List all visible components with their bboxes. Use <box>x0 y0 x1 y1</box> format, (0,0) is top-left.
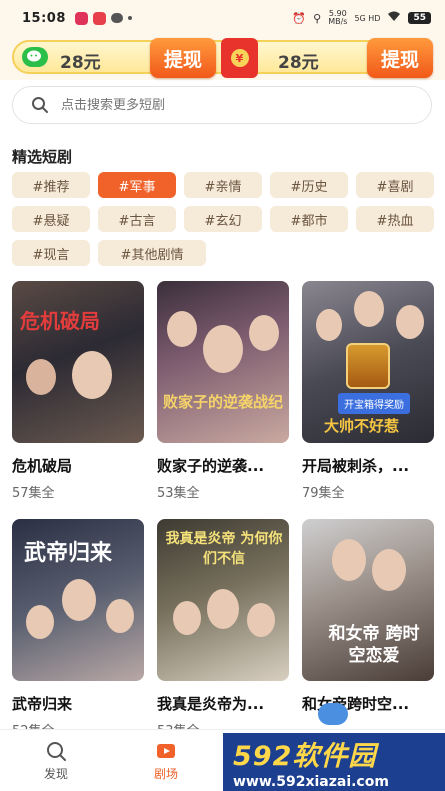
drama-episodes: 53集全 <box>157 486 200 501</box>
drama-episodes: 79集全 <box>302 486 345 501</box>
drama-card[interactable]: 败家子的逆袭战纪 败家子的逆袭... 53集全 <box>157 281 289 519</box>
drama-grid: 危机破局 危机破局 57集全 败家子的逆袭战纪 败家子的逆袭... 53集全 开… <box>12 281 436 757</box>
battery-indicator: 55 <box>408 12 431 24</box>
theater-icon <box>157 744 175 758</box>
poster-title: 武帝归来 <box>24 540 113 566</box>
message-icon <box>110 13 123 23</box>
status-left: 15:08 <box>22 11 132 26</box>
reward-badge[interactable]: 开宝箱得奖励 <box>338 393 410 414</box>
watermark: 592软件园 www.592xiazai.com <box>223 733 445 791</box>
search-bar[interactable] <box>12 86 432 124</box>
tag-modern-romance[interactable]: #现言 <box>12 240 90 266</box>
tag-urban[interactable]: #都市 <box>270 206 348 232</box>
poster-title: 败家子的逆袭战纪 <box>163 393 284 411</box>
red-packet-amount: 28元 <box>278 53 319 73</box>
category-tags: #推荐 #军事 #亲情 #历史 #喜剧 #悬疑 #古言 #玄幻 #都市 #热血 … <box>12 172 436 266</box>
drama-card[interactable]: 武帝归来 武帝归来 52集全 <box>12 519 144 757</box>
drama-poster[interactable]: 危机破局 <box>12 281 144 443</box>
tag-fantasy[interactable]: #玄幻 <box>184 206 262 232</box>
search-input[interactable] <box>61 97 431 113</box>
tag-comedy[interactable]: #喜剧 <box>356 172 434 198</box>
tag-military[interactable]: #军事 <box>98 172 176 198</box>
drama-title: 我真是炎帝为... <box>157 695 265 713</box>
network-type: 5G HD <box>354 13 381 23</box>
wechat-icon <box>22 47 48 67</box>
status-time: 15:08 <box>22 10 66 26</box>
drama-poster[interactable]: 败家子的逆袭战纪 <box>157 281 289 443</box>
net-speed: 5.90 MB/s <box>328 10 347 26</box>
tag-recommend[interactable]: #推荐 <box>12 172 90 198</box>
wechat-amount: 28元 <box>60 53 101 73</box>
nav-theater[interactable]: 剧场 <box>136 740 196 782</box>
drama-card[interactable]: 开宝箱得奖励 大帅不好惹 开局被刺杀，... 79集全 <box>302 281 434 519</box>
discover-icon <box>47 742 66 761</box>
alarm-icon: ⏰ <box>292 11 307 25</box>
app-notification-icon <box>92 11 106 25</box>
drama-title: 开局被刺杀，... <box>302 457 410 475</box>
drama-card[interactable]: 我真是炎帝 为何你们不信 我真是炎帝为... 53集全 <box>157 519 289 757</box>
app-notification-icon <box>74 11 88 25</box>
net-speed-unit: MB/s <box>328 17 348 26</box>
section-title: 精选短剧 <box>12 148 73 166</box>
nav-theater-label: 剧场 <box>153 767 178 781</box>
drama-poster[interactable]: 和女帝 跨时空恋爱 <box>302 519 434 681</box>
tag-family[interactable]: #亲情 <box>184 172 262 198</box>
drama-title: 危机破局 <box>12 457 73 475</box>
red-packet-icon: ¥ <box>221 38 258 78</box>
search-icon <box>32 97 48 113</box>
drama-card[interactable]: 危机破局 危机破局 57集全 <box>12 281 144 519</box>
drama-episodes: 57集全 <box>12 486 55 501</box>
treasure-chest-icon[interactable] <box>346 343 390 389</box>
poster-title: 大帅不好惹 <box>324 417 400 435</box>
red-packet-symbol: ¥ <box>230 49 249 67</box>
drama-title: 武帝归来 <box>12 695 73 713</box>
mascot-icon <box>318 703 348 725</box>
tag-suspense[interactable]: #悬疑 <box>12 206 90 232</box>
poster-title: 和女帝 跨时空恋爱 <box>328 624 420 666</box>
wechat-withdraw-button[interactable]: 提现 <box>150 38 216 78</box>
tag-ancient-romance[interactable]: #古言 <box>98 206 176 232</box>
more-notifications-icon <box>127 16 132 20</box>
tag-other[interactable]: #其他剧情 <box>98 240 206 266</box>
poster-title: 危机破局 <box>20 309 100 333</box>
watermark-url: www.592xiazai.com <box>233 774 389 790</box>
poster-title: 我真是炎帝 为何你们不信 <box>165 531 283 567</box>
status-bar: 15:08 ⏰ ⚲ 5.90 MB/s 5G HD 55 <box>0 0 445 36</box>
tag-action[interactable]: #热血 <box>356 206 434 232</box>
drama-title: 败家子的逆袭... <box>157 457 265 475</box>
wifi-icon <box>387 11 401 25</box>
tag-history[interactable]: #历史 <box>270 172 348 198</box>
drama-poster[interactable]: 我真是炎帝 为何你们不信 <box>157 519 289 681</box>
nav-discover-label: 发现 <box>43 767 68 781</box>
watermark-brand: 592软件园 <box>233 741 377 772</box>
drama-poster[interactable]: 开宝箱得奖励 大帅不好惹 <box>302 281 434 443</box>
location-icon: ⚲ <box>313 11 322 25</box>
drama-poster[interactable]: 武帝归来 <box>12 519 144 681</box>
status-right: ⏰ ⚲ 5.90 MB/s 5G HD 55 <box>292 10 431 26</box>
red-packet-withdraw-button[interactable]: 提现 <box>367 38 433 78</box>
nav-discover[interactable]: 发现 <box>26 740 86 782</box>
